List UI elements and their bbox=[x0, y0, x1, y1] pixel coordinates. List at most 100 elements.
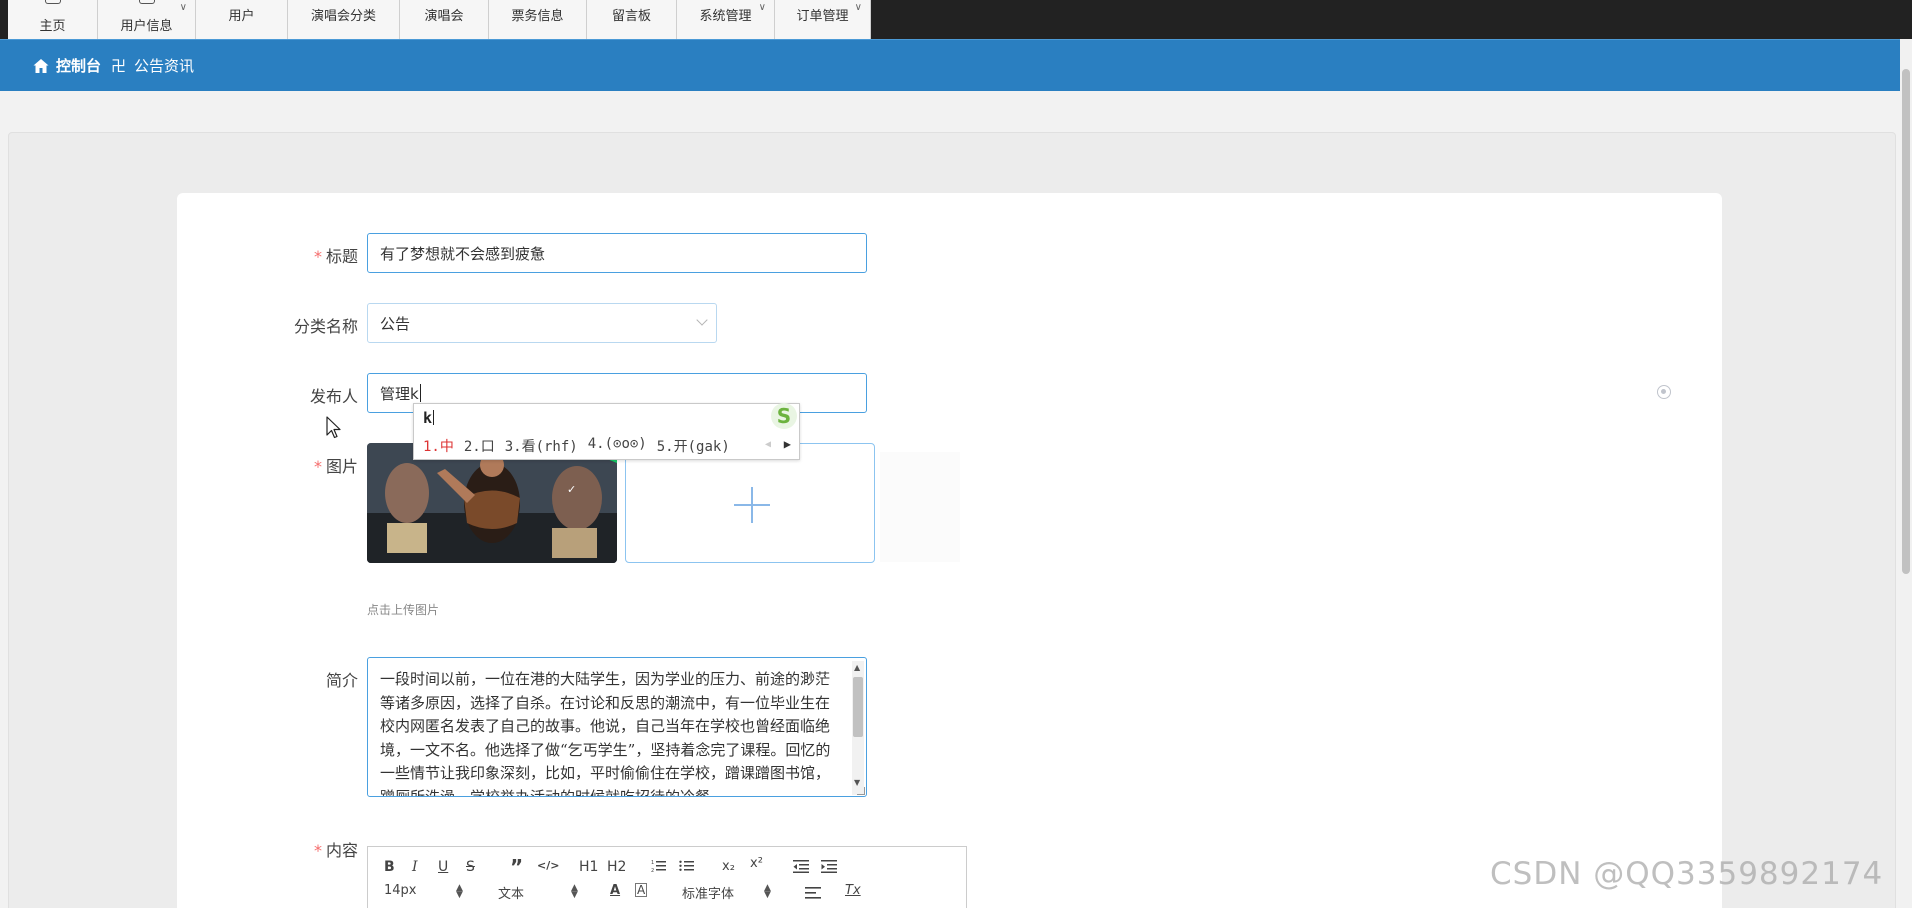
nav-tab-label: 演唱会 bbox=[424, 9, 464, 24]
required-mark: * bbox=[313, 247, 322, 266]
background-color-button[interactable]: A bbox=[635, 883, 648, 897]
nav-tab-order-management[interactable]: 订单管理 ∨ bbox=[775, 0, 871, 39]
nav-tab-label: 演唱会分类 bbox=[310, 9, 376, 24]
nav-tab-label: 订单管理 bbox=[796, 9, 849, 24]
font-size-value: 14px bbox=[384, 883, 417, 898]
font-family-select[interactable]: 标准字体 ▲ ▼ bbox=[682, 883, 772, 903]
ime-candidate[interactable]: 3.看(rhf) bbox=[505, 436, 578, 456]
nav-tab-label: 用户 bbox=[228, 9, 255, 24]
text-style-value: 文本 bbox=[498, 887, 525, 902]
textarea-scrollbar[interactable]: ▲ ▼ bbox=[852, 661, 864, 795]
chevron-down-icon bbox=[696, 314, 708, 326]
category-select-value: 公告 bbox=[380, 314, 411, 333]
resize-handle[interactable] bbox=[857, 787, 865, 795]
summary-label-text: 简介 bbox=[325, 671, 358, 690]
heading-1-button[interactable]: H1 bbox=[579, 859, 598, 875]
upload-hint: 点击上传图片 bbox=[367, 603, 440, 617]
nav-tab-label: 主页 bbox=[39, 19, 66, 34]
mouse-pointer-icon bbox=[326, 416, 341, 439]
page-scrollbar[interactable] bbox=[1900, 39, 1912, 908]
publisher-input-value: 管理k bbox=[380, 384, 419, 403]
nav-tab-label: 系统管理 bbox=[699, 9, 752, 24]
nav-tab-user-info[interactable]: 用户信息 ∨ bbox=[98, 0, 196, 39]
title-label-text: 标题 bbox=[325, 247, 358, 266]
strikethrough-button[interactable]: S bbox=[466, 859, 475, 875]
nav-tab-label: 票务信息 bbox=[511, 9, 564, 24]
select-arrows-icon: ▲ ▼ bbox=[571, 883, 578, 900]
select-arrows-icon: ▲ ▼ bbox=[456, 883, 463, 900]
image-label: * 图片 bbox=[300, 453, 358, 477]
chevron-down-icon: ∨ bbox=[179, 2, 187, 13]
user-info-nav-icon bbox=[138, 0, 155, 4]
title-label: * 标题 bbox=[300, 243, 358, 267]
ime-logo-icon: S bbox=[771, 403, 797, 429]
code-block-button[interactable]: </> bbox=[537, 859, 559, 872]
content-label-text: 内容 bbox=[325, 841, 358, 860]
uploaded-image-thumbnail[interactable]: ✓ bbox=[367, 443, 617, 563]
ime-candidate[interactable]: 2.口 bbox=[464, 436, 495, 456]
svg-text:2: 2 bbox=[651, 868, 654, 873]
content-label: * 内容 bbox=[300, 837, 358, 861]
heading-2-button[interactable]: H2 bbox=[607, 859, 626, 875]
chevron-down-icon: ∨ bbox=[854, 2, 862, 13]
ime-next-page-icon[interactable]: ▶ bbox=[784, 437, 791, 451]
bullet-list-icon[interactable] bbox=[679, 859, 695, 873]
subscript-button[interactable]: x₂ bbox=[722, 859, 735, 874]
ime-candidate-popup: k S 1.中 2.口 3.看(rhf) 4.(⊙o⊙) 5.开(gak) ◀ … bbox=[413, 403, 800, 460]
italic-button[interactable]: I bbox=[412, 859, 418, 875]
font-color-button[interactable]: A bbox=[610, 883, 620, 898]
text-style-select[interactable]: 文本 ▲ ▼ bbox=[498, 883, 578, 903]
text-cursor bbox=[433, 410, 435, 425]
superscript-button[interactable]: x² bbox=[750, 856, 763, 871]
scroll-down-icon[interactable]: ▼ bbox=[854, 778, 860, 787]
ime-candidate[interactable]: 4.(⊙o⊙) bbox=[588, 436, 647, 456]
nav-tab-label: 用户信息 bbox=[120, 19, 173, 34]
title-input[interactable]: 有了梦想就不会感到疲惫 bbox=[367, 233, 867, 273]
rich-text-editor: B I U S ” </> H1 H2 1 2 x₂ x² 14px ▲ ▼ 文… bbox=[367, 846, 967, 908]
nav-tab-concert[interactable]: 演唱会 bbox=[400, 0, 489, 39]
category-label: 分类名称 bbox=[284, 313, 358, 337]
breadcrumb: 控制台 卍 公告资讯 bbox=[0, 39, 1912, 91]
category-select[interactable]: 公告 bbox=[367, 303, 717, 343]
nav-tab-system-management[interactable]: 系统管理 ∨ bbox=[677, 0, 775, 39]
scroll-up-icon[interactable]: ▲ bbox=[854, 663, 860, 672]
text-cursor bbox=[419, 384, 421, 402]
page: 主页 用户信息 ∨ 用户 演唱会分类 演唱会 票务信息 留言板 系统管理 ∨ 订… bbox=[0, 0, 1912, 908]
page-scrollbar-thumb[interactable] bbox=[1902, 69, 1910, 574]
ime-prev-page-icon[interactable]: ◀ bbox=[765, 439, 771, 450]
ime-candidate[interactable]: 1.中 bbox=[423, 436, 454, 456]
summary-textarea[interactable]: 一段时间以前，一位在港的大陆学生，因为学业的压力、前途的渺茫等诸多原因，选择了自… bbox=[367, 657, 867, 797]
bold-button[interactable]: B bbox=[384, 859, 395, 875]
breadcrumb-current: 公告资讯 bbox=[134, 57, 195, 75]
ime-candidate[interactable]: 5.开(gak) bbox=[657, 436, 730, 456]
publisher-label: 发布人 bbox=[300, 383, 358, 407]
upload-placeholder bbox=[880, 452, 960, 562]
chevron-down-icon: ∨ bbox=[758, 2, 766, 13]
indent-icon[interactable] bbox=[821, 859, 837, 873]
breadcrumb-home-link[interactable]: 控制台 bbox=[56, 55, 101, 76]
home-nav-icon bbox=[44, 0, 61, 4]
ime-candidate-list: 1.中 2.口 3.看(rhf) 4.(⊙o⊙) 5.开(gak) bbox=[423, 436, 740, 456]
align-icon[interactable] bbox=[805, 887, 821, 900]
clear-format-button[interactable]: Tx bbox=[845, 883, 861, 898]
nav-tab-message-board[interactable]: 留言板 bbox=[587, 0, 677, 39]
nav-tab-ticket-info[interactable]: 票务信息 bbox=[489, 0, 587, 39]
required-mark: * bbox=[313, 457, 322, 476]
outdent-icon[interactable] bbox=[793, 859, 809, 873]
nav-tab-users[interactable]: 用户 bbox=[196, 0, 288, 39]
underline-button[interactable]: U bbox=[438, 859, 448, 875]
blockquote-button[interactable]: ” bbox=[510, 855, 523, 879]
summary-label: 简介 bbox=[300, 667, 358, 691]
top-nav: 主页 用户信息 ∨ 用户 演唱会分类 演唱会 票务信息 留言板 系统管理 ∨ 订… bbox=[0, 0, 1912, 39]
scrollbar-thumb[interactable] bbox=[853, 677, 863, 737]
nav-tab-concert-category[interactable]: 演唱会分类 bbox=[288, 0, 400, 39]
image-upload-button[interactable] bbox=[625, 443, 875, 563]
font-size-select[interactable]: 14px ▲ ▼ bbox=[384, 883, 464, 900]
nav-tab-label: 留言板 bbox=[611, 9, 651, 24]
concert-photo: ✓ bbox=[367, 443, 617, 563]
font-family-value: 标准字体 bbox=[682, 887, 735, 902]
nav-tab-home[interactable]: 主页 bbox=[8, 0, 98, 39]
ordered-list-icon[interactable]: 1 2 bbox=[651, 859, 667, 873]
category-label-text: 分类名称 bbox=[293, 317, 358, 336]
clear-icon[interactable] bbox=[1657, 385, 1671, 399]
